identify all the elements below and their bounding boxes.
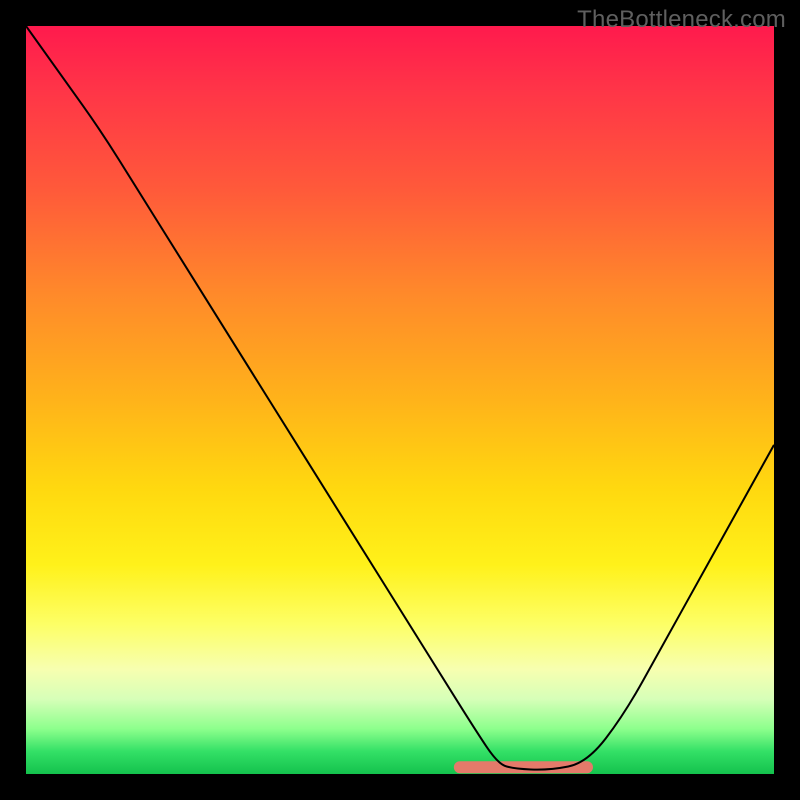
curve-layer [26,26,774,774]
bottleneck-curve [26,26,774,770]
chart-frame: TheBottleneck.com [0,0,800,800]
plot-area [26,26,774,774]
